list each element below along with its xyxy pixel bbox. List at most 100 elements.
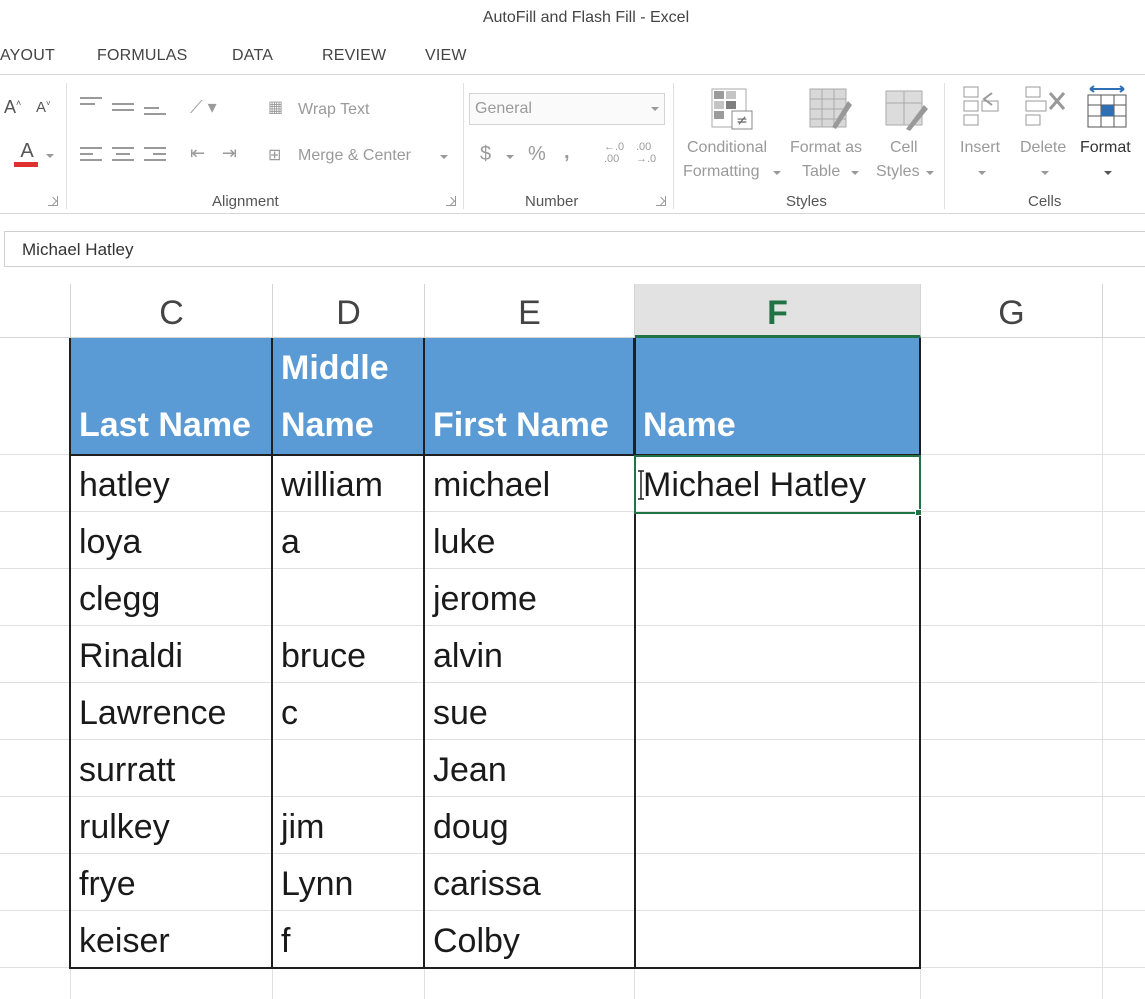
font-color-icon[interactable]: A: [14, 141, 40, 169]
cell-middle-name[interactable]: bruce: [273, 626, 424, 683]
insert-button[interactable]: Insert: [960, 139, 1000, 157]
cell-first-name[interactable]: jerome: [425, 569, 634, 626]
cell-first-name[interactable]: carissa: [425, 854, 634, 911]
middle-align-icon[interactable]: [112, 103, 134, 119]
currency-button[interactable]: $: [480, 143, 491, 166]
decrease-font-size-icon[interactable]: A˅: [36, 99, 51, 116]
cell-last-name[interactable]: surratt: [71, 740, 272, 797]
column-header-e[interactable]: E: [425, 284, 635, 338]
top-align-icon[interactable]: [80, 97, 102, 113]
cell-first-name[interactable]: Colby: [425, 911, 634, 968]
comma-button[interactable]: ,: [564, 141, 570, 164]
cell-last-name[interactable]: Lawrence: [71, 683, 272, 740]
header-line-2: First Name: [433, 406, 609, 444]
cell-first-name[interactable]: Jean: [425, 740, 634, 797]
conditional-formatting-label-1[interactable]: Conditional: [687, 139, 767, 157]
cell-middle-name[interactable]: c: [273, 683, 424, 740]
wrap-text-icon[interactable]: ▦: [268, 97, 283, 117]
cell-first-name[interactable]: sue: [425, 683, 634, 740]
font-launcher-icon[interactable]: [48, 196, 58, 206]
tab-data[interactable]: DATA: [232, 47, 273, 65]
percent-button[interactable]: %: [528, 143, 546, 166]
decrease-decimal-icon[interactable]: .00 →.0: [636, 141, 656, 165]
table-border: [271, 338, 273, 969]
orientation-icon[interactable]: ⟋ ▾: [190, 97, 217, 118]
conditional-formatting-icon[interactable]: ≠: [710, 87, 754, 131]
insert-cells-icon[interactable]: [962, 85, 1006, 129]
alignment-launcher-icon[interactable]: [446, 196, 456, 206]
cell-styles-icon[interactable]: [884, 87, 928, 131]
merge-center-button[interactable]: Merge & Center: [298, 147, 411, 165]
number-launcher-icon[interactable]: [656, 196, 666, 206]
cell-middle-name[interactable]: a: [273, 512, 424, 569]
tab-formulas[interactable]: FORMULAS: [97, 47, 188, 65]
table-border: [69, 967, 921, 969]
delete-button[interactable]: Delete: [1020, 139, 1066, 157]
delete-cells-icon[interactable]: [1024, 85, 1068, 129]
cell-last-name[interactable]: rulkey: [71, 797, 272, 854]
cell-last-name[interactable]: Rinaldi: [71, 626, 272, 683]
format-as-table-label-2[interactable]: Table: [802, 163, 840, 181]
column-header-d[interactable]: D: [273, 284, 425, 338]
increase-indent-icon[interactable]: ⇥: [222, 143, 237, 164]
cell-name[interactable]: [635, 626, 920, 683]
increase-decimal-icon[interactable]: ←.0.00: [604, 141, 624, 165]
cell-name[interactable]: [635, 740, 920, 797]
format-as-table-label-1[interactable]: Format as: [790, 139, 862, 157]
table-header-last-name[interactable]: Last Name: [71, 338, 273, 454]
format-button[interactable]: Format: [1080, 139, 1131, 157]
active-cell-selection[interactable]: [634, 455, 921, 514]
bottom-align-icon[interactable]: [144, 107, 166, 123]
cell-name[interactable]: [635, 797, 920, 854]
cell-middle-name[interactable]: william: [273, 455, 424, 512]
conditional-formatting-label-2[interactable]: Formatting: [683, 163, 759, 181]
align-center-icon[interactable]: [112, 147, 134, 163]
cell-first-name[interactable]: luke: [425, 512, 634, 569]
cell-last-name[interactable]: frye: [71, 854, 272, 911]
cell-name[interactable]: [635, 512, 920, 569]
cell-middle-name[interactable]: [273, 569, 424, 626]
column-header-g[interactable]: G: [921, 284, 1103, 338]
cell-last-name[interactable]: clegg: [71, 569, 272, 626]
cell-middle-name[interactable]: [273, 740, 424, 797]
cell-middle-name[interactable]: f: [273, 911, 424, 968]
cell-name[interactable]: [635, 569, 920, 626]
cell-styles-label-1[interactable]: Cell: [890, 139, 918, 157]
cell-name[interactable]: [635, 911, 920, 968]
format-cells-icon[interactable]: [1086, 85, 1130, 129]
cell-middle-name[interactable]: jim: [273, 797, 424, 854]
align-left-icon[interactable]: [80, 147, 102, 163]
table-header-first-name[interactable]: First Name: [425, 338, 635, 454]
column-header-row: C D E F G: [0, 284, 1145, 338]
tab-review[interactable]: REVIEW: [322, 47, 386, 65]
font-color-dropdown-icon[interactable]: [46, 154, 54, 158]
increase-font-size-icon[interactable]: A˄: [4, 97, 21, 118]
number-format-combo[interactable]: General: [469, 93, 665, 125]
cell-first-name[interactable]: alvin: [425, 626, 634, 683]
align-right-icon[interactable]: [144, 147, 166, 163]
column-header-f[interactable]: F: [635, 284, 921, 338]
table-header-middle-name[interactable]: Middle Name: [273, 338, 425, 454]
tab-page-layout[interactable]: AYOUT: [0, 47, 55, 65]
currency-dropdown-icon[interactable]: [506, 155, 514, 159]
decrease-indent-icon[interactable]: ⇤: [190, 143, 205, 164]
cell-first-name[interactable]: doug: [425, 797, 634, 854]
wrap-text-button[interactable]: Wrap Text: [298, 101, 369, 119]
column-header-h[interactable]: [1103, 284, 1145, 338]
formula-input[interactable]: Michael Hatley: [4, 231, 1145, 267]
merge-dropdown-icon[interactable]: [440, 155, 448, 159]
cell-middle-name[interactable]: Lynn: [273, 854, 424, 911]
cell-styles-label-2[interactable]: Styles: [876, 163, 920, 181]
cell-first-name[interactable]: michael: [425, 455, 634, 512]
format-as-table-icon[interactable]: [808, 87, 852, 131]
cell-name[interactable]: [635, 854, 920, 911]
cell-last-name[interactable]: hatley: [71, 455, 272, 512]
merge-center-icon[interactable]: ⊞: [268, 145, 281, 165]
cell-name[interactable]: [635, 683, 920, 740]
tab-view[interactable]: VIEW: [425, 47, 467, 65]
column-header-c[interactable]: C: [71, 284, 273, 338]
cell-last-name[interactable]: loya: [71, 512, 272, 569]
fill-handle[interactable]: [915, 509, 922, 516]
table-header-name[interactable]: Name: [635, 338, 921, 454]
cell-last-name[interactable]: keiser: [71, 911, 272, 968]
